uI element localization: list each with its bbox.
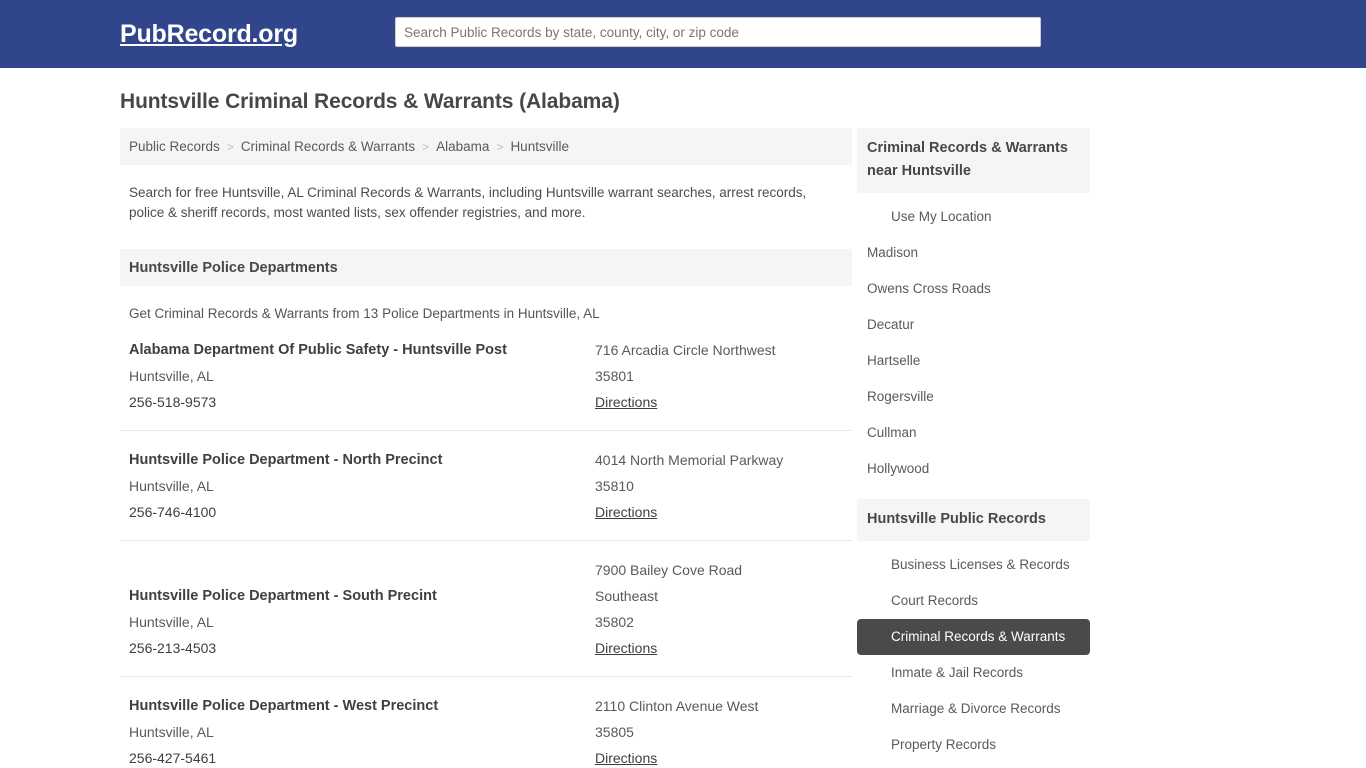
main-column: Public Records > Criminal Records & Warr… [120, 128, 852, 768]
listing-city: Huntsville, AL [129, 478, 214, 494]
listing-address-block: 2110 Clinton Avenue West 35805 Direction… [595, 693, 843, 768]
sidebar-item-hartselle[interactable]: Hartselle [857, 343, 1090, 379]
table-row: Huntsville Police Department - West Prec… [120, 677, 852, 768]
sidebar-item-hollywood[interactable]: Hollywood [857, 451, 1090, 487]
table-row: Huntsville Police Department - North Pre… [120, 431, 852, 541]
listing-zip: 35805 [595, 724, 634, 740]
page-title: Huntsville Criminal Records & Warrants (… [120, 90, 620, 113]
sidebar-item-business-licenses[interactable]: Business Licenses & Records [857, 547, 1090, 583]
listing-address-block: 716 Arcadia Circle Northwest 35801 Direc… [595, 337, 843, 415]
listing-name[interactable]: Huntsville Police Department - West Prec… [129, 693, 595, 719]
listings-container: Alabama Department Of Public Safety - Hu… [120, 321, 852, 768]
breadcrumb-item-criminal-records[interactable]: Criminal Records & Warrants [241, 139, 415, 154]
search-input[interactable] [395, 17, 1041, 47]
sidebar-item-rogersville[interactable]: Rogersville [857, 379, 1090, 415]
sidebar: Criminal Records & Warrants near Huntsvi… [857, 128, 1090, 768]
sidebar-item-use-my-location[interactable]: Use My Location [857, 199, 1090, 235]
header-inner: PubRecord.org [98, 0, 1268, 68]
listing-city: Huntsville, AL [129, 614, 214, 630]
page-description: Search for free Huntsville, AL Criminal … [129, 185, 807, 220]
directions-link[interactable]: Directions [595, 499, 657, 525]
listing-name[interactable]: Huntsville Police Department - North Pre… [129, 447, 595, 473]
listing-phone: 256-213-4503 [129, 640, 217, 656]
directions-link[interactable]: Directions [595, 745, 657, 768]
breadcrumb-separator-icon: > [422, 139, 430, 154]
listing-zip: 35810 [595, 478, 634, 494]
listing-zip: 35801 [595, 368, 634, 384]
sidebar-item-decatur[interactable]: Decatur [857, 307, 1090, 343]
sidebar-item-court-records[interactable]: Court Records [857, 583, 1090, 619]
listing-zip: 35802 [595, 614, 634, 630]
page-container: Huntsville Criminal Records & Warrants (… [98, 68, 1268, 768]
listing-phone: 256-518-9573 [129, 394, 217, 410]
section-note: Get Criminal Records & Warrants from 13 … [129, 306, 600, 321]
listing-info: Huntsville Police Department - North Pre… [129, 447, 595, 525]
sidebar-item-madison[interactable]: Madison [857, 235, 1090, 271]
breadcrumb: Public Records > Criminal Records & Warr… [120, 128, 852, 165]
table-row: Alabama Department Of Public Safety - Hu… [120, 321, 852, 431]
listing-address-line1: 2110 Clinton Avenue West [595, 698, 759, 714]
listing-address-line1: 4014 North Memorial Parkway [595, 452, 784, 468]
sidebar-item-marriage-divorce-records[interactable]: Marriage & Divorce Records [857, 691, 1090, 727]
breadcrumb-separator-icon: > [496, 139, 504, 154]
listing-address-block: 4014 North Memorial Parkway 35810 Direct… [595, 447, 843, 525]
public-records-list: Business Licenses & Records Court Record… [857, 541, 1090, 763]
listing-city: Huntsville, AL [129, 724, 214, 740]
listing-address-line2: Southeast [595, 588, 659, 604]
listing-name[interactable]: Alabama Department Of Public Safety - Hu… [129, 337, 595, 363]
breadcrumb-item-public-records[interactable]: Public Records [129, 139, 220, 154]
listing-info: Huntsville Police Department - West Prec… [129, 693, 595, 768]
sidebar-item-owens-cross-roads[interactable]: Owens Cross Roads [857, 271, 1090, 307]
listing-name[interactable]: Huntsville Police Department - South Pre… [129, 583, 595, 609]
directions-link[interactable]: Directions [595, 389, 657, 415]
breadcrumb-separator-icon: > [226, 139, 234, 154]
directions-link[interactable]: Directions [595, 635, 657, 661]
listing-address-block: 7900 Bailey Cove Road Southeast 35802 Di… [595, 557, 843, 661]
sidebar-item-criminal-records-warrants[interactable]: Criminal Records & Warrants [857, 619, 1090, 655]
table-row: Huntsville Police Department - South Pre… [120, 541, 852, 677]
panel-public-records: Huntsville Public Records Business Licen… [857, 499, 1090, 763]
nearby-list: Use My Location Madison Owens Cross Road… [857, 193, 1090, 487]
listing-city: Huntsville, AL [129, 368, 214, 384]
section-header-police-departments: Huntsville Police Departments [120, 249, 852, 286]
listing-info: Huntsville Police Department - South Pre… [129, 557, 595, 661]
sidebar-item-property-records[interactable]: Property Records [857, 727, 1090, 763]
panel-nearby: Criminal Records & Warrants near Huntsvi… [857, 128, 1090, 487]
listing-phone: 256-746-4100 [129, 504, 217, 520]
listing-address-line1: 7900 Bailey Cove Road [595, 562, 743, 578]
panel-title-nearby: Criminal Records & Warrants near Huntsvi… [857, 128, 1090, 193]
listing-address-line1: 716 Arcadia Circle Northwest [595, 342, 776, 358]
panel-title-public-records: Huntsville Public Records [857, 499, 1090, 541]
site-header: PubRecord.org [0, 0, 1366, 68]
listing-info: Alabama Department Of Public Safety - Hu… [129, 337, 595, 415]
listing-phone: 256-427-5461 [129, 750, 217, 766]
site-logo[interactable]: PubRecord.org [120, 20, 298, 49]
breadcrumb-item-huntsville[interactable]: Huntsville [510, 139, 569, 154]
content-layout: Public Records > Criminal Records & Warr… [120, 128, 1246, 768]
breadcrumb-item-alabama[interactable]: Alabama [436, 139, 489, 154]
sidebar-item-inmate-jail-records[interactable]: Inmate & Jail Records [857, 655, 1090, 691]
sidebar-item-cullman[interactable]: Cullman [857, 415, 1090, 451]
